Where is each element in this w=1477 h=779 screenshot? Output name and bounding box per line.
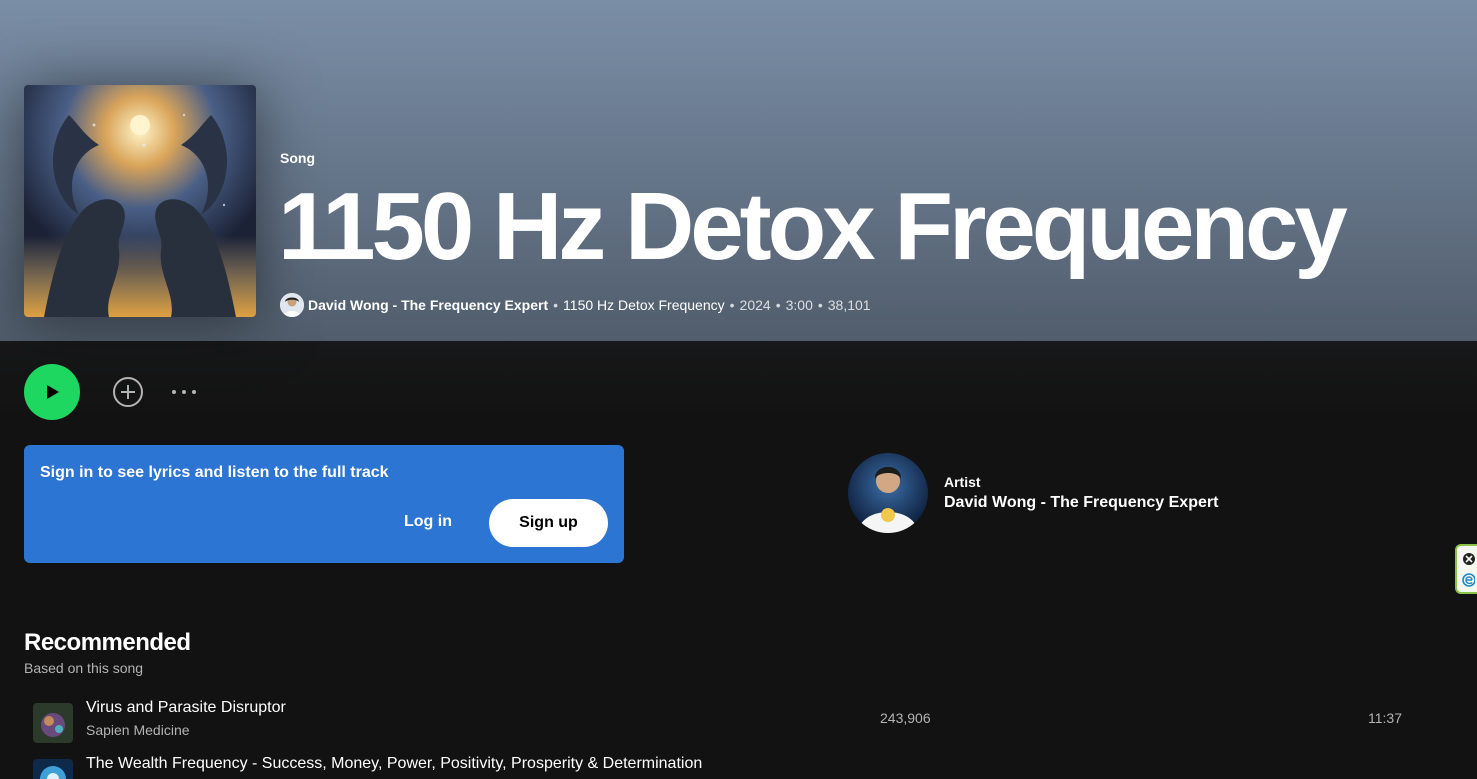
signin-prompt-card: Sign in to see lyrics and listen to the … [24, 445, 624, 563]
add-to-library-button[interactable] [112, 376, 144, 408]
recommended-subtitle: Based on this song [24, 660, 144, 676]
song-meta: David Wong - The Frequency Expert • 1150… [280, 293, 871, 317]
item-type-label: Song [280, 150, 315, 166]
meta-separator: • [729, 297, 735, 313]
play-count: 38,101 [827, 297, 871, 313]
release-year: 2024 [739, 297, 771, 313]
meta-separator: • [817, 297, 823, 313]
artist-avatar-small [280, 293, 304, 317]
song-page: Song 1150 Hz Detox Frequency David Wong … [0, 0, 1477, 779]
track-thumbnail [33, 703, 73, 743]
artist-photo [848, 453, 928, 533]
play-icon [47, 385, 59, 399]
cover-art-image [24, 85, 256, 317]
play-button[interactable] [24, 364, 80, 420]
album-link[interactable]: 1150 Hz Detox Frequency [563, 297, 725, 313]
song-duration: 3:00 [785, 297, 813, 313]
song-title: 1150 Hz Detox Frequency [278, 173, 1348, 280]
artist-avatar [848, 453, 928, 533]
cover-art [24, 85, 256, 317]
login-button[interactable]: Log in [404, 513, 452, 531]
artist-link[interactable]: David Wong - The Frequency Expert [308, 297, 548, 313]
track-art [33, 759, 73, 779]
track-art [33, 703, 73, 743]
track-duration: 11:37 [1368, 710, 1402, 726]
track-title[interactable]: Virus and Parasite Disruptor [86, 699, 286, 717]
signin-message: Sign in to see lyrics and listen to the … [40, 464, 389, 481]
action-bar [24, 364, 200, 420]
recommended-heading: Recommended [24, 629, 191, 656]
avatar-icon [280, 293, 304, 317]
hero-info: Song [280, 150, 315, 166]
hero-header: Song 1150 Hz Detox Frequency David Wong … [0, 0, 1477, 341]
meta-separator: • [775, 297, 781, 313]
track-plays: 243,906 [880, 710, 931, 726]
artist-name[interactable]: David Wong - The Frequency Expert [944, 494, 1218, 512]
track-artist[interactable]: Sapien Medicine [86, 722, 190, 738]
meta-separator: • [553, 297, 559, 313]
track-thumbnail [33, 759, 73, 779]
extension-close-icon [1462, 553, 1476, 587]
artist-info: Artist David Wong - The Frequency Expert [944, 474, 1218, 512]
artist-label: Artist [944, 474, 981, 490]
signup-button[interactable]: Sign up [489, 499, 608, 547]
track-row[interactable]: Virus and Parasite Disruptor Sapien Medi… [24, 695, 1454, 751]
artist-card[interactable]: Artist David Wong - The Frequency Expert [848, 453, 1218, 533]
track-title[interactable]: The Wealth Frequency - Success, Money, P… [86, 755, 702, 773]
track-row[interactable]: The Wealth Frequency - Success, Money, P… [24, 751, 1454, 779]
more-options-icon [172, 390, 196, 394]
add-circle-icon [113, 377, 143, 407]
extension-tab[interactable] [1455, 544, 1477, 594]
more-options-button[interactable] [168, 376, 200, 408]
